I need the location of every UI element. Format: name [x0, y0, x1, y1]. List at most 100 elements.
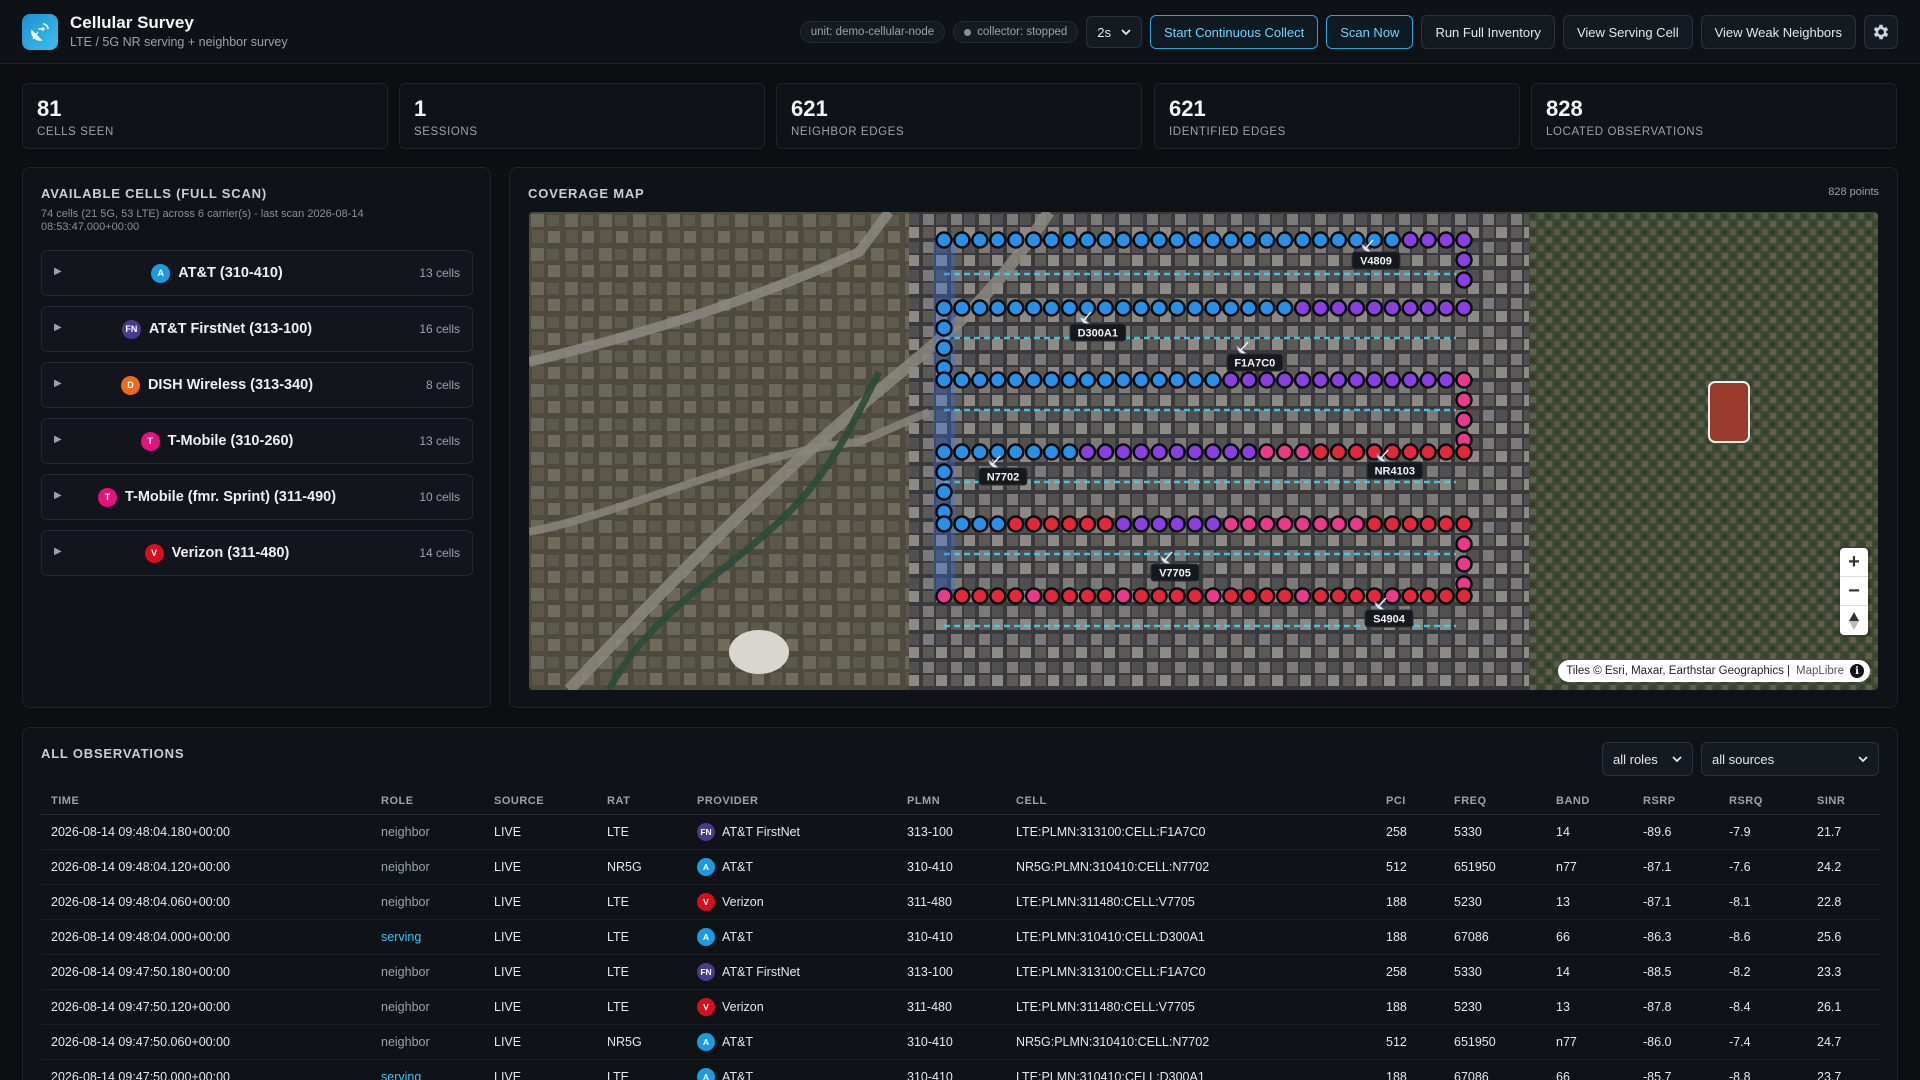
column-header[interactable]: PCI: [1376, 788, 1444, 815]
observation-point[interactable]: [1150, 371, 1168, 389]
observation-point[interactable]: [1006, 231, 1025, 249]
observation-point[interactable]: [1437, 443, 1455, 461]
zoom-out-button[interactable]: −: [1840, 577, 1868, 606]
observation-point[interactable]: [1275, 231, 1294, 249]
observation-point[interactable]: [1311, 443, 1330, 461]
observation-point[interactable]: [1275, 587, 1294, 605]
observation-point[interactable]: [1455, 587, 1473, 605]
observation-point[interactable]: [1150, 515, 1168, 533]
table-row[interactable]: 2026-08-14 09:48:04.120+00:00 neighbor LIV…: [41, 849, 1881, 885]
observation-point[interactable]: [1347, 299, 1366, 317]
table-row[interactable]: 2026-08-14 09:48:04.000+00:00 serving LIVE…: [41, 919, 1881, 955]
observation-point[interactable]: [1060, 231, 1079, 249]
observation-point[interactable]: [935, 483, 953, 501]
carrier-row[interactable]: ▶ A AT&T (310-410) 13 cells: [41, 250, 473, 296]
observation-point[interactable]: [1024, 371, 1043, 389]
observation-point[interactable]: [1437, 299, 1455, 317]
observation-point[interactable]: [1006, 299, 1025, 317]
observation-point[interactable]: [1455, 411, 1473, 429]
observation-point[interactable]: [1365, 515, 1384, 533]
observation-point[interactable]: [1240, 443, 1258, 461]
observation-point[interactable]: [1168, 371, 1186, 389]
observation-point[interactable]: [1419, 299, 1437, 317]
observation-point[interactable]: [1078, 299, 1097, 317]
column-header[interactable]: SOURCE: [484, 788, 597, 815]
observation-point[interactable]: [1042, 231, 1061, 249]
expand-triangle-icon[interactable]: ▶: [54, 490, 62, 501]
column-header[interactable]: PLMN: [897, 788, 1006, 815]
observation-point[interactable]: [1347, 587, 1366, 605]
observation-point[interactable]: [1455, 515, 1473, 533]
observation-point[interactable]: [1222, 587, 1240, 605]
observation-point[interactable]: [1258, 371, 1276, 389]
observation-point[interactable]: [1042, 371, 1061, 389]
observation-point[interactable]: [1401, 515, 1419, 533]
observation-point[interactable]: [1024, 515, 1043, 533]
observation-point[interactable]: [1293, 587, 1312, 605]
observation-point[interactable]: [1275, 299, 1294, 317]
carrier-row[interactable]: ▶ V Verizon (311-480) 14 cells: [41, 530, 473, 576]
observation-point[interactable]: [1060, 443, 1079, 461]
observation-point[interactable]: [1455, 271, 1473, 289]
observation-point[interactable]: [1186, 587, 1204, 605]
observation-point[interactable]: [1293, 443, 1312, 461]
column-header[interactable]: BAND: [1546, 788, 1633, 815]
observation-point[interactable]: [1042, 515, 1061, 533]
observation-point[interactable]: [1455, 251, 1473, 269]
observation-point[interactable]: [1419, 443, 1437, 461]
column-header[interactable]: FREQ: [1444, 788, 1546, 815]
observation-point[interactable]: [989, 515, 1007, 533]
observation-point[interactable]: [1347, 443, 1366, 461]
observation-point[interactable]: [953, 443, 971, 461]
observation-point[interactable]: [953, 299, 971, 317]
zoom-in-button[interactable]: +: [1840, 548, 1868, 577]
observation-point[interactable]: [935, 587, 953, 605]
observation-point[interactable]: [1114, 231, 1133, 249]
observation-point[interactable]: [1186, 231, 1204, 249]
observation-point[interactable]: [1078, 231, 1097, 249]
observation-point[interactable]: [989, 231, 1007, 249]
table-row[interactable]: 2026-08-14 09:47:50.060+00:00 neighbor LIV…: [41, 1024, 1881, 1060]
observation-point[interactable]: [989, 371, 1007, 389]
observation-point[interactable]: [1401, 443, 1419, 461]
observation-point[interactable]: [1258, 515, 1276, 533]
observation-point[interactable]: [1060, 515, 1079, 533]
observation-point[interactable]: [1222, 515, 1240, 533]
column-header[interactable]: TIME: [41, 788, 371, 815]
observation-point[interactable]: [1060, 587, 1079, 605]
column-header[interactable]: PROVIDER: [687, 788, 897, 815]
observation-point[interactable]: [1419, 231, 1437, 249]
observation-point[interactable]: [953, 231, 971, 249]
observation-point[interactable]: [935, 515, 953, 533]
observation-point[interactable]: [1006, 515, 1025, 533]
observation-point[interactable]: [1186, 443, 1204, 461]
observation-point[interactable]: [971, 299, 989, 317]
observation-point[interactable]: [1419, 515, 1437, 533]
observation-point[interactable]: [1006, 587, 1025, 605]
table-row[interactable]: 2026-08-14 09:48:04.060+00:00 neighbor LIV…: [41, 884, 1881, 920]
observation-point[interactable]: [1042, 299, 1061, 317]
column-header[interactable]: RAT: [597, 788, 687, 815]
observation-point[interactable]: [1329, 371, 1348, 389]
source-filter-select[interactable]: all sources: [1701, 742, 1879, 776]
observation-point[interactable]: [1401, 587, 1419, 605]
observation-point[interactable]: [1204, 231, 1222, 249]
observation-point[interactable]: [1311, 587, 1330, 605]
observation-point[interactable]: [935, 231, 953, 249]
table-row[interactable]: 2026-08-14 09:47:50.180+00:00 neighbor LIV…: [41, 954, 1881, 990]
observation-point[interactable]: [1132, 231, 1150, 249]
observation-point[interactable]: [1204, 443, 1222, 461]
column-header[interactable]: RSRQ: [1719, 788, 1807, 815]
observation-point[interactable]: [1096, 587, 1115, 605]
table-row[interactable]: 2026-08-14 09:48:04.180+00:00 neighbor LIV…: [41, 814, 1881, 850]
observation-point[interactable]: [1096, 443, 1115, 461]
observation-point[interactable]: [1132, 371, 1150, 389]
observation-point[interactable]: [1329, 299, 1348, 317]
observation-point[interactable]: [1168, 515, 1186, 533]
observation-point[interactable]: [935, 299, 953, 317]
observation-point[interactable]: [1455, 555, 1473, 573]
observation-point[interactable]: [935, 319, 953, 337]
observation-point[interactable]: [1168, 443, 1186, 461]
observation-point[interactable]: [1150, 443, 1168, 461]
carrier-row[interactable]: ▶ T T-Mobile (310-260) 13 cells: [41, 418, 473, 464]
